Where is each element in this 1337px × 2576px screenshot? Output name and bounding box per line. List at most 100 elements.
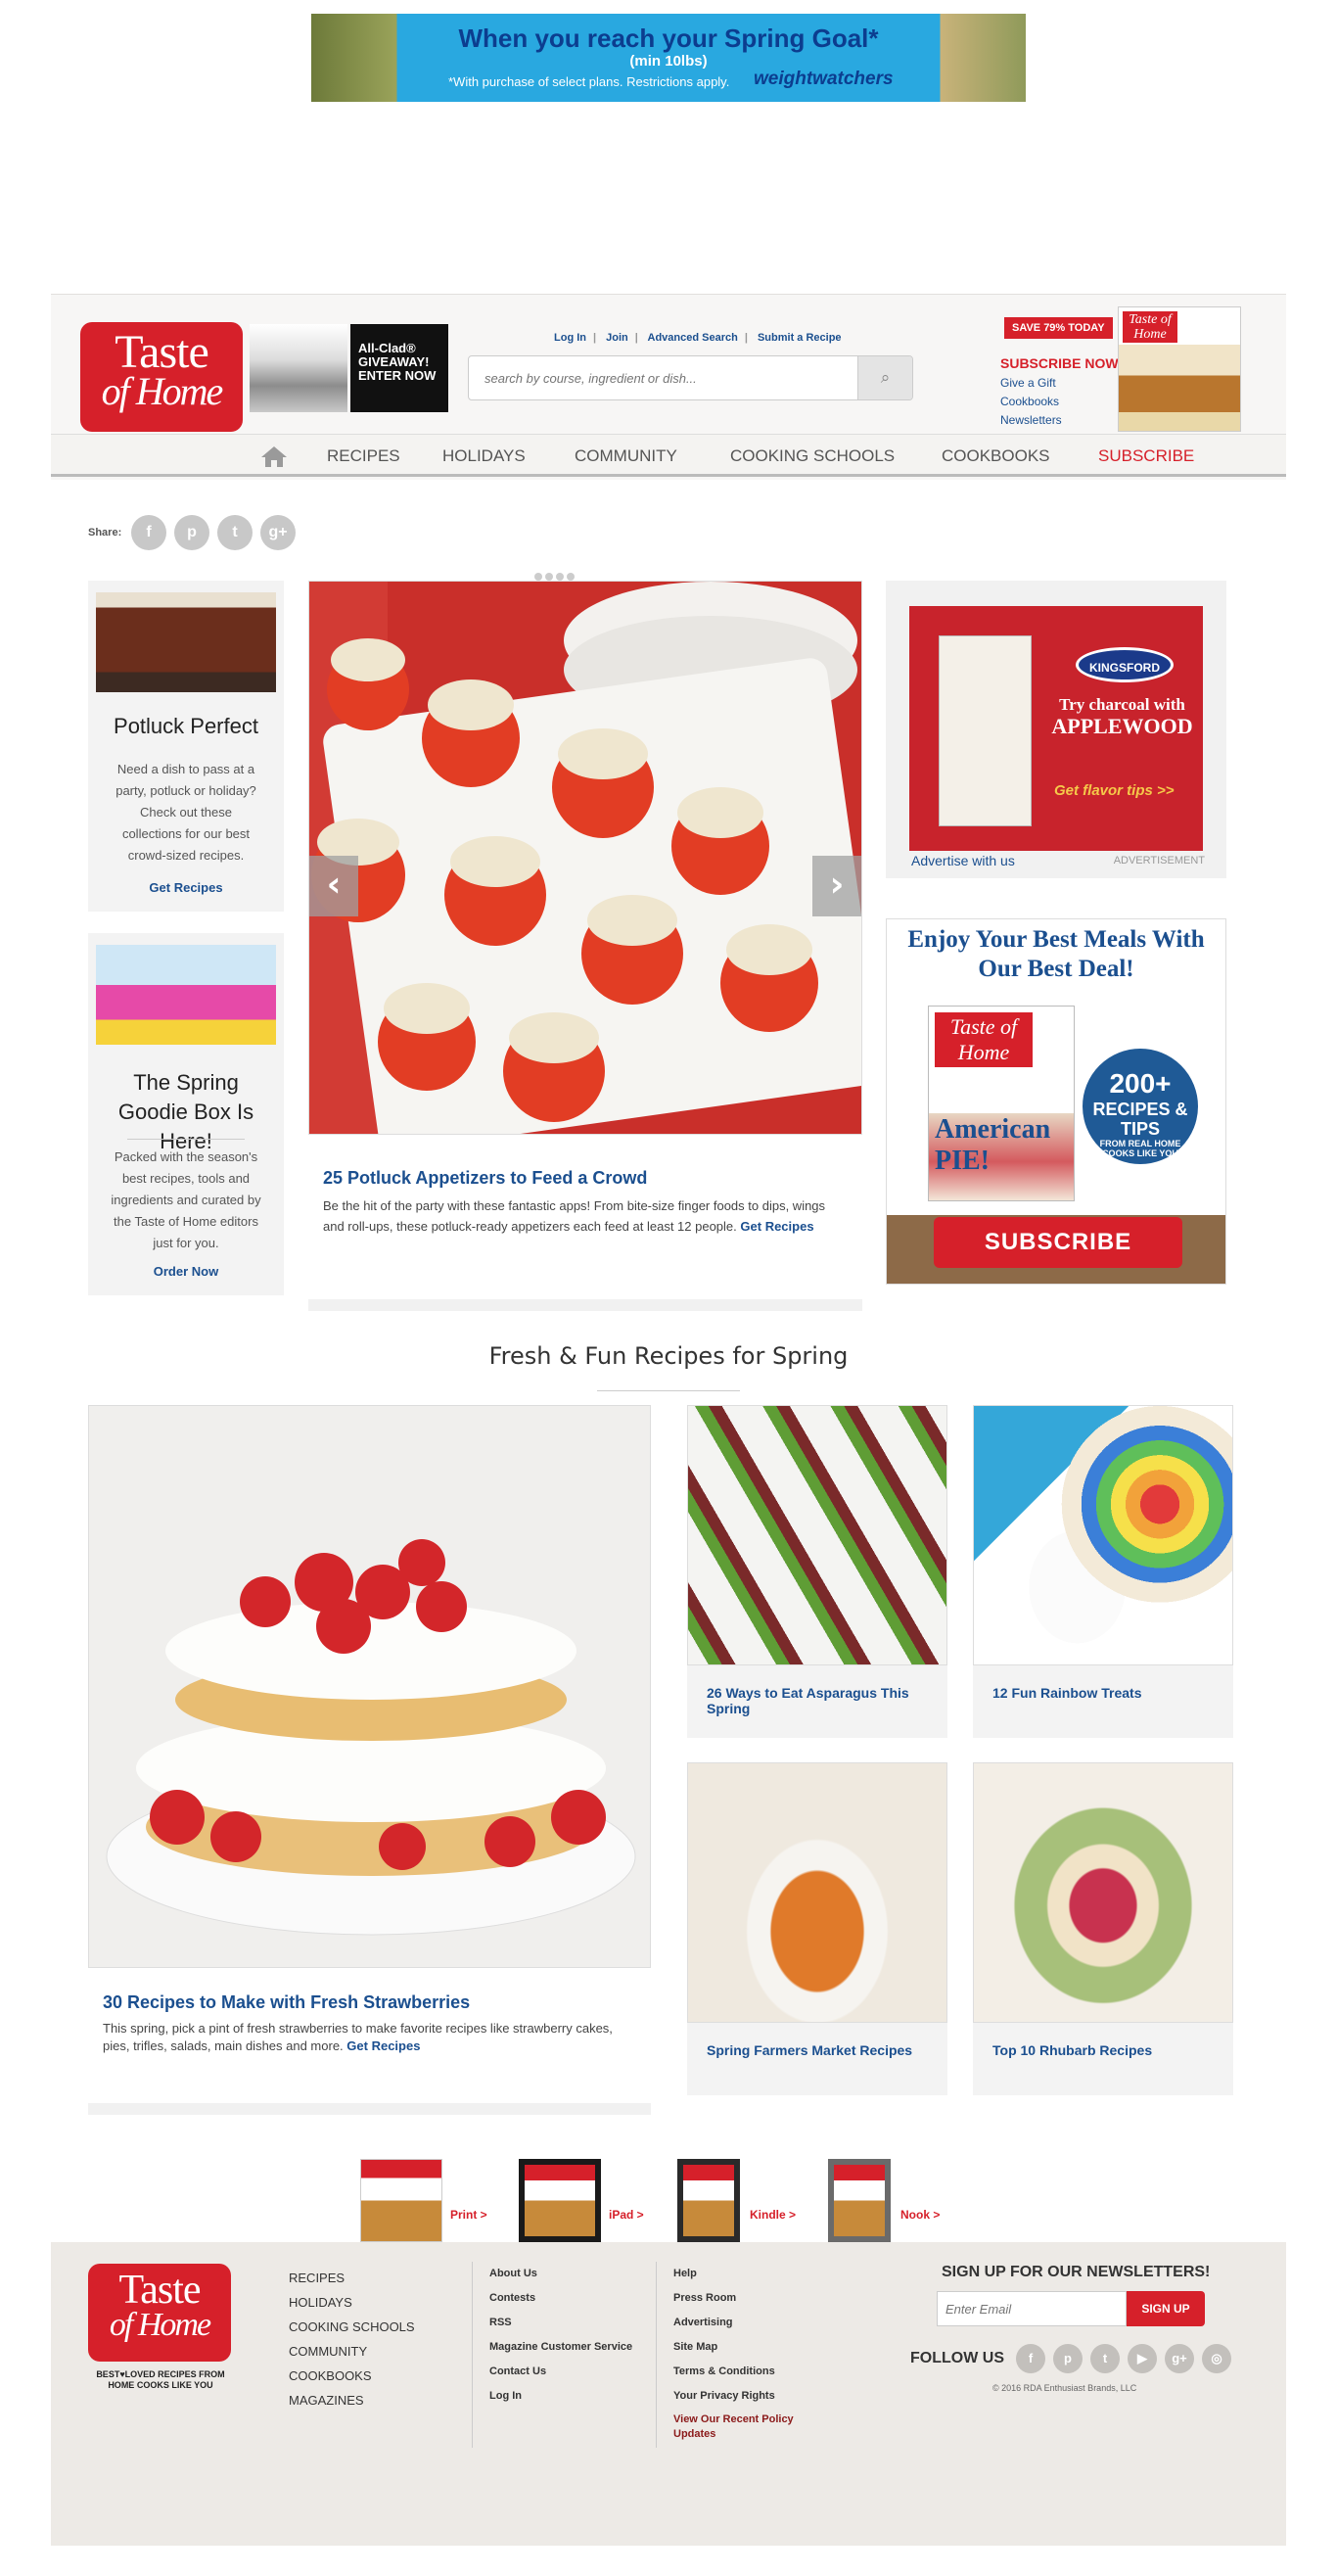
magazine-cover[interactable]: Taste of Home (1118, 306, 1241, 432)
footer-cookbooks-link[interactable]: COOKBOOKS (289, 2364, 415, 2388)
nav-holidays[interactable]: HOLIDAYS (442, 446, 526, 466)
feature-title[interactable]: 30 Recipes to Make with Fresh Strawberri… (103, 1992, 470, 2013)
contact-us-link[interactable]: Contact Us (489, 2360, 632, 2384)
instagram-icon[interactable]: ◎ (1202, 2344, 1231, 2373)
search-input[interactable] (469, 356, 858, 399)
search-bar: ⌕ (468, 355, 913, 400)
email-field[interactable] (937, 2291, 1127, 2326)
footer-holidays-link[interactable]: HOLIDAYS (289, 2290, 415, 2315)
rhubarb-tile[interactable]: Top 10 Rhubarb Recipes (973, 1762, 1233, 2095)
strawberry-feature-card: 30 Recipes to Make with Fresh Strawberri… (88, 1405, 651, 2115)
magazine-cover-image: Taste of Home American PIE! (928, 1006, 1075, 1201)
privacy-rights-link[interactable]: Your Privacy Rights (673, 2384, 820, 2409)
goodie-box-card: The Spring Goodie Box Is Here! Packed wi… (88, 933, 284, 1295)
card-divider (127, 1139, 245, 1140)
footer-nav-col: RECIPES HOLIDAYS COOKING SCHOOLS COMMUNI… (289, 2266, 415, 2412)
asparagus-tile[interactable]: 26 Ways to Eat Asparagus This Spring (687, 1405, 947, 1738)
footer-cooking-schools-link[interactable]: COOKING SCHOOLS (289, 2315, 415, 2339)
customer-service-link[interactable]: Magazine Customer Service (489, 2335, 632, 2360)
follow-us-label: FOLLOW US (910, 2350, 1004, 2366)
slider-prev-button[interactable]: ‹ (309, 856, 358, 916)
subscribe-ad[interactable]: Enjoy Your Best Meals With Our Best Deal… (886, 918, 1226, 1285)
subscribe-ad-headline: Enjoy Your Best Meals With Our Best Deal… (907, 926, 1205, 982)
help-link[interactable]: Help (673, 2262, 820, 2286)
rainbow-tile[interactable]: 12 Fun Rainbow Treats (973, 1405, 1233, 1738)
kingsford-ad-creative[interactable]: KINGSFORD Try charcoal with APPLEWOOD Get… (909, 606, 1203, 851)
ad-subline: (min 10lbs) (629, 53, 708, 70)
nav-community[interactable]: COMMUNITY (575, 446, 677, 466)
login-link[interactable]: Log In (554, 332, 586, 344)
youtube-icon[interactable]: ▶ (1128, 2344, 1157, 2373)
nav-cookbooks[interactable]: COOKBOOKS (942, 446, 1050, 466)
pinterest-icon[interactable]: p (174, 515, 209, 550)
nook-image (828, 2159, 891, 2242)
home-icon[interactable] (260, 445, 288, 468)
contests-link[interactable]: Contests (489, 2286, 632, 2311)
order-now-link[interactable]: Order Now (88, 1264, 284, 1279)
footer-magazines-link[interactable]: MAGAZINES (289, 2388, 415, 2412)
twitter-icon[interactable]: t (217, 515, 253, 550)
nav-subscribe[interactable]: SUBSCRIBE (1098, 446, 1194, 466)
join-link[interactable]: Join (606, 332, 628, 344)
newsletters-link[interactable]: Newsletters (1000, 413, 1062, 427)
print-magazine-image (360, 2159, 442, 2242)
subscribe-button[interactable]: SUBSCRIBE (934, 1217, 1182, 1268)
pinterest-icon[interactable]: p (1053, 2344, 1083, 2373)
facebook-icon[interactable]: f (1016, 2344, 1045, 2373)
about-us-link[interactable]: About Us (489, 2262, 632, 2286)
press-room-link[interactable]: Press Room (673, 2286, 820, 2311)
site-logo[interactable]: Taste of Home (80, 322, 243, 432)
terms-link[interactable]: Terms & Conditions (673, 2360, 820, 2384)
farmers-market-tile[interactable]: Spring Farmers Market Recipes (687, 1762, 947, 2095)
slider-next-button[interactable]: › (812, 856, 861, 916)
nav-recipes[interactable]: RECIPES (327, 446, 400, 466)
nav-cooking-schools[interactable]: COOKING SCHOOLS (730, 446, 895, 466)
advertise-link[interactable]: Advertise with us (911, 853, 1015, 868)
ad-fine-print: *With purchase of select plans. Restrict… (448, 74, 730, 89)
footer-community-link[interactable]: COMMUNITY (289, 2339, 415, 2364)
feature-description: This spring, pick a pint of fresh strawb… (103, 2021, 613, 2053)
top-banner-ad[interactable]: When you reach your Spring Goal* (min 10… (311, 14, 1026, 102)
save-badge: SAVE 79% TODAY (1004, 317, 1113, 339)
rss-link[interactable]: RSS (489, 2311, 632, 2335)
potluck-card: Potluck Perfect Need a dish to pass at a… (88, 581, 284, 912)
cookbooks-link[interactable]: Cookbooks (1000, 395, 1059, 408)
feature-footer-bar (88, 2103, 651, 2115)
footer-logo[interactable]: Taste of Home (88, 2264, 231, 2362)
give-gift-link[interactable]: Give a Gift (1000, 376, 1056, 390)
card-text: Packed with the season's best recipes, t… (111, 1149, 261, 1250)
slide-title[interactable]: 25 Potluck Appetizers to Feed a Crowd (323, 1168, 647, 1189)
footer-login-link[interactable]: Log In (489, 2384, 632, 2409)
mailbox-image[interactable] (96, 945, 276, 1045)
brownie-image[interactable] (96, 592, 276, 692)
subscribe-now-link[interactable]: SUBSCRIBE NOW (1000, 355, 1119, 371)
tile-label: Spring Farmers Market Recipes (707, 2042, 913, 2058)
rainbow-cake-image (973, 1405, 1233, 1665)
site-map-link[interactable]: Site Map (673, 2335, 820, 2360)
tomato-appetizer-illustration (309, 582, 861, 1134)
advertising-link[interactable]: Advertising (673, 2311, 820, 2335)
get-recipes-link[interactable]: Get Recipes (88, 880, 284, 895)
potluck-appetizers-image[interactable]: ‹ › (308, 581, 862, 1135)
facebook-icon[interactable]: f (131, 515, 166, 550)
footer-help-col: Help Press Room Advertising Site Map Ter… (673, 2262, 820, 2442)
giveaway-promo[interactable]: All-Clad® GIVEAWAY! ENTER NOW (350, 324, 448, 412)
advanced-search-link[interactable]: Advanced Search (648, 332, 738, 344)
ipad-image (519, 2159, 601, 2242)
feature-get-recipes-link[interactable]: Get Recipes (346, 2038, 420, 2053)
rhubarb-bars-image (973, 1762, 1233, 2023)
slide-get-recipes-link[interactable]: Get Recipes (740, 1219, 813, 1234)
policy-updates-link[interactable]: View Our Recent Policy Updates (673, 2409, 820, 2442)
footer-divider (472, 2262, 473, 2448)
signup-button[interactable]: SIGN UP (1127, 2291, 1205, 2326)
tile-label: Top 10 Rhubarb Recipes (992, 2042, 1153, 2058)
google-plus-icon[interactable]: g+ (260, 515, 296, 550)
strawberry-shortcake-image[interactable] (88, 1405, 651, 1968)
google-plus-icon[interactable]: g+ (1165, 2344, 1194, 2373)
twitter-icon[interactable]: t (1090, 2344, 1120, 2373)
submit-recipe-link[interactable]: Submit a Recipe (758, 332, 842, 344)
footer-recipes-link[interactable]: RECIPES (289, 2266, 415, 2290)
cookware-promo-image[interactable] (250, 324, 347, 412)
search-button[interactable]: ⌕ (857, 356, 912, 399)
share-label: Share: (88, 527, 122, 539)
